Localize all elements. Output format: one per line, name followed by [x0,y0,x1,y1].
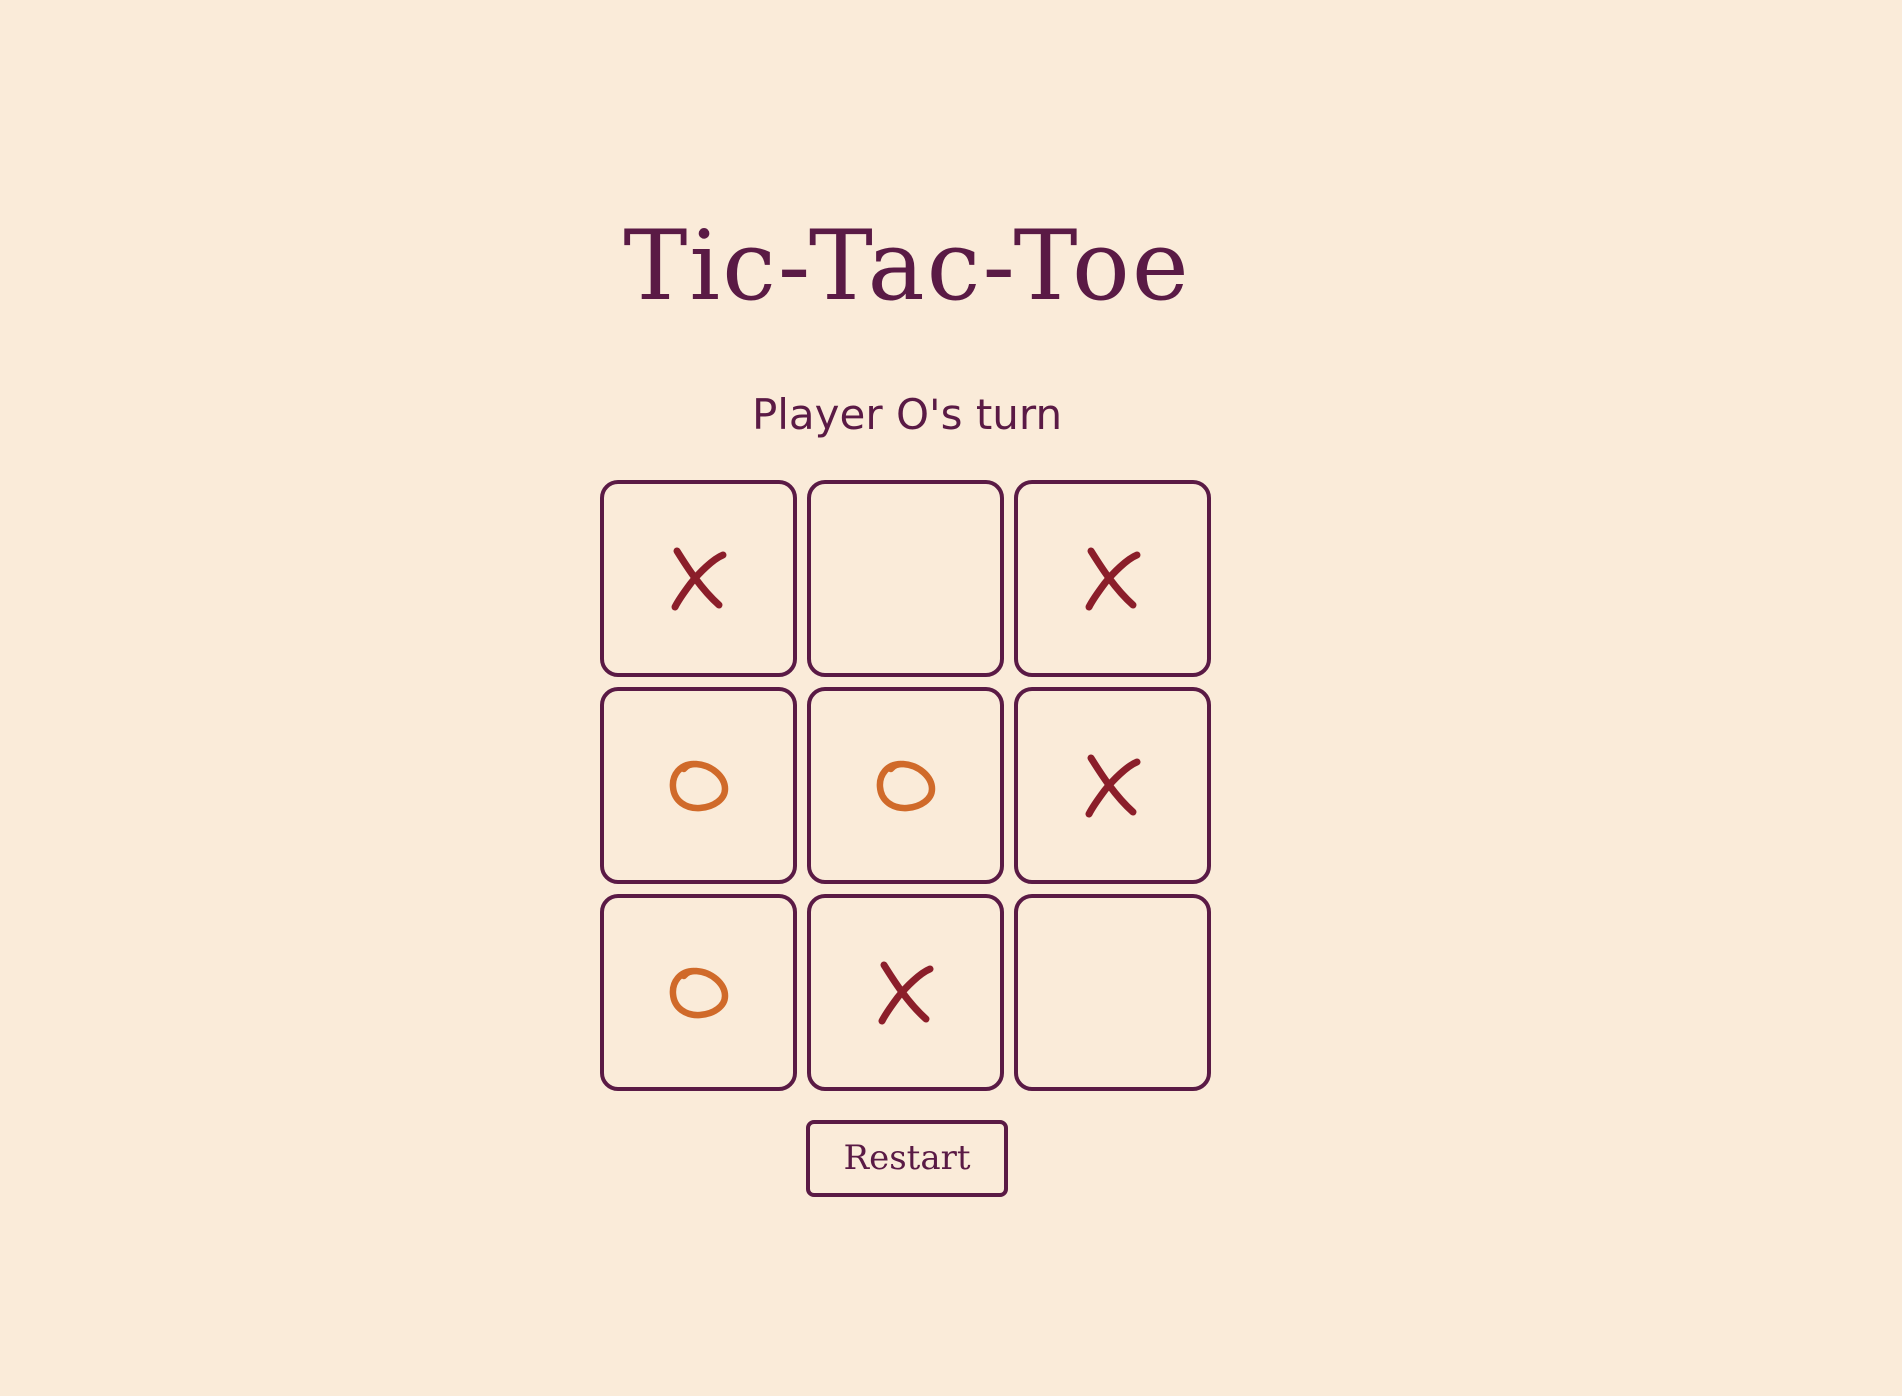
board-cell-1-3[interactable] [1014,480,1211,677]
x-mark-icon [1085,754,1140,817]
restart-button[interactable]: Restart [806,1120,1008,1197]
board-cell-3-2[interactable] [807,894,1004,1091]
board-cell-2-2[interactable] [807,687,1004,884]
x-mark-icon [1085,547,1140,610]
board-cell-3-1[interactable] [600,894,797,1091]
o-mark-icon [669,760,728,811]
x-mark-icon [878,961,933,1024]
board-cell-2-3[interactable] [1014,687,1211,884]
board-cell-1-1[interactable] [600,480,797,677]
x-mark-icon [671,547,726,610]
board-cell-2-1[interactable] [600,687,797,884]
turn-status: Player O's turn [751,390,1063,439]
game-title: Tic-Tac-Toe [623,210,1191,322]
board-cell-3-3[interactable] [1014,894,1211,1091]
o-mark-icon [669,967,728,1018]
o-mark-icon [876,760,935,811]
board-cell-1-2[interactable] [807,480,1004,677]
game-board [600,480,1214,1094]
